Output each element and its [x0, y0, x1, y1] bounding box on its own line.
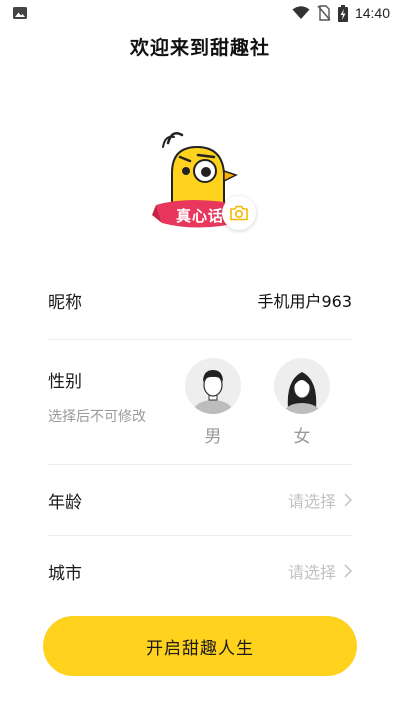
city-placeholder: 请选择	[287, 563, 336, 582]
age-placeholder: 请选择	[287, 492, 336, 511]
gender-option-female[interactable]: 女	[274, 358, 330, 447]
divider	[48, 464, 352, 465]
city-label: 城市	[48, 563, 82, 584]
image-icon	[13, 7, 27, 19]
divider	[48, 339, 352, 340]
female-avatar-icon	[274, 358, 330, 414]
male-avatar-icon	[185, 358, 241, 414]
chevron-right-icon	[344, 493, 352, 507]
no-sim-icon	[317, 5, 331, 21]
gender-label: 性别	[48, 372, 82, 392]
divider	[48, 535, 352, 536]
nickname-value[interactable]: 手机用户963	[257, 288, 352, 312]
gender-option-label: 女	[293, 427, 311, 447]
avatar-badge-text: 真心话	[176, 207, 225, 225]
status-time: 14:40	[354, 5, 390, 21]
gender-option-male[interactable]: 男	[185, 358, 241, 447]
start-button[interactable]: 开启甜趣人生	[43, 616, 357, 676]
age-label: 年龄	[48, 492, 82, 513]
nickname-row[interactable]: 昵称 手机用户963	[48, 287, 352, 313]
gender-option-label: 男	[204, 427, 222, 447]
camera-icon	[230, 205, 248, 221]
chevron-right-icon	[344, 564, 352, 578]
status-bar: 14:40	[0, 0, 400, 26]
nickname-label: 昵称	[48, 292, 82, 313]
gender-hint: 选择后不可修改	[48, 409, 146, 425]
battery-charging-icon	[337, 4, 348, 22]
page-title: 欢迎来到甜趣社	[129, 37, 270, 59]
camera-button[interactable]	[222, 196, 256, 230]
age-row[interactable]: 年龄 请选择	[48, 487, 352, 513]
city-row[interactable]: 城市 请选择	[48, 558, 352, 584]
wifi-icon	[292, 6, 310, 19]
